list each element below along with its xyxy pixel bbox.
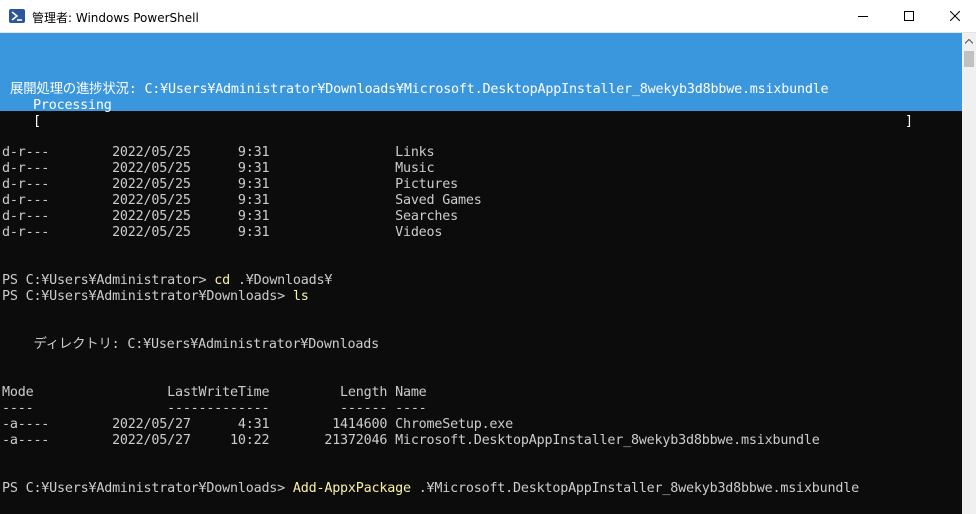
minimize-icon <box>858 16 868 17</box>
minimize-button[interactable] <box>840 0 886 32</box>
prompt-text: PS C:¥Users¥Administrator¥Downloads> <box>2 289 293 304</box>
output-line: -a---- 2022/05/27 4:31 1414600 ChromeSet… <box>2 417 514 432</box>
chevron-up-icon <box>965 39 973 44</box>
command-args: .¥Microsoft.DesktopAppInstaller_8wekyb3d… <box>410 481 859 496</box>
progress-bar-right: ] <box>905 114 913 129</box>
progress-status: Processing <box>33 98 112 113</box>
output-line: d-r--- 2022/05/25 9:31 Searches <box>2 209 458 224</box>
prompt-line: PS C:¥Users¥Administrator> cd .¥Download… <box>2 273 332 289</box>
window-title: 管理者: Windows PowerShell <box>32 11 199 25</box>
command-args: .¥Downloads¥ <box>230 273 333 288</box>
progress-activity: 展開処理の進捗状況: C:¥Users¥Administrator¥Downlo… <box>10 82 829 97</box>
powershell-icon[interactable] <box>9 9 25 23</box>
vertical-scrollbar[interactable] <box>962 33 976 514</box>
maximize-icon <box>904 11 914 21</box>
command-text: Add-AppxPackage <box>292 481 411 496</box>
output-line: d-r--- 2022/05/25 9:31 Saved Games <box>2 193 482 208</box>
progress-panel: 展開処理の進捗状況: C:¥Users¥Administrator¥Downlo… <box>0 33 962 129</box>
output-line: d-r--- 2022/05/25 9:31 Pictures <box>2 177 458 192</box>
command-text: ls <box>292 289 309 304</box>
output-line: d-r--- 2022/05/25 9:31 Music <box>2 161 435 176</box>
output-line: ディレクトリ: C:¥Users¥Administrator¥Downloads <box>2 337 379 352</box>
prompt-line: PS C:¥Users¥Administrator¥Downloads> ls <box>2 289 309 305</box>
command-text: cd <box>214 273 231 288</box>
prompt-line: PS C:¥Users¥Administrator¥Downloads> Add… <box>2 481 859 497</box>
prompt-text: PS C:¥Users¥Administrator> <box>2 273 215 288</box>
output-line: -a---- 2022/05/27 10:22 21372046 Microso… <box>2 433 820 448</box>
maximize-button[interactable] <box>886 0 932 32</box>
close-icon <box>950 11 960 21</box>
progress-bar-left: [ <box>33 114 41 129</box>
close-button[interactable] <box>932 0 976 32</box>
powershell-window: 管理者: Windows PowerShell ---- -----------… <box>0 0 976 514</box>
scroll-up-button[interactable] <box>962 33 976 50</box>
output-line: Mode LastWriteTime Length Name <box>2 385 427 400</box>
output-line: d-r--- 2022/05/25 9:31 Videos <box>2 225 443 240</box>
prompt-text: PS C:¥Users¥Administrator¥Downloads> <box>2 481 293 496</box>
title-bar[interactable]: 管理者: Windows PowerShell <box>0 0 976 33</box>
output-line: ---- ------------- ------ ---- <box>2 401 427 416</box>
output-line: d-r--- 2022/05/25 9:31 Links <box>2 145 435 160</box>
scroll-thumb[interactable] <box>964 51 974 67</box>
